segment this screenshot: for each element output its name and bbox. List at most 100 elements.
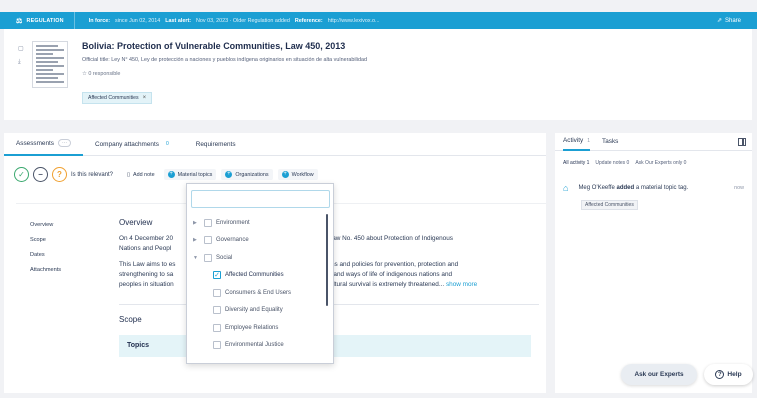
add-note-label: Add note xyxy=(133,171,155,178)
relevance-actions: ▯ Add note + Material topics + Organizat… xyxy=(123,169,318,180)
topic-label: Diversity and Equality xyxy=(225,307,283,314)
nav-scope[interactable]: Scope xyxy=(30,237,61,243)
topic-consumers[interactable]: Consumers & End Users xyxy=(193,284,327,302)
workflow-label: Workflow xyxy=(291,171,314,178)
tab-tasks[interactable]: Tasks xyxy=(602,133,618,151)
chevron-right-icon[interactable]: ▶ xyxy=(193,220,200,226)
filter-all-activity[interactable]: All activity 1 xyxy=(563,160,589,166)
last-alert-value: Nov 03, 2023 · Older Regulation added xyxy=(196,17,290,24)
help-label: Help xyxy=(727,371,742,378)
regulation-icon: ⚖ xyxy=(16,17,23,25)
topic-tag: Affected Communities × xyxy=(82,92,153,104)
topic-checkbox[interactable] xyxy=(213,323,221,332)
topic-checkbox[interactable] xyxy=(204,236,212,245)
collapse-panel-icon[interactable] xyxy=(738,138,746,146)
organizations-label: Organizations xyxy=(235,171,269,178)
organizations-button[interactable]: + Organizations xyxy=(221,169,273,180)
add-note-button[interactable]: ▯ Add note xyxy=(123,170,159,180)
chevron-down-icon[interactable]: ▼ xyxy=(193,255,200,261)
download-icon[interactable]: ⤓ xyxy=(18,59,24,66)
relevance-bar: ✓ − ? Is this relevant? ▯ Add note + Mat… xyxy=(14,167,318,182)
responsible-count[interactable]: ☆ 0 responsible xyxy=(82,71,120,77)
activity-text: Meg O'Keeffe added a material topic tag. xyxy=(578,185,689,191)
topic-label: Environmental Justice xyxy=(225,342,284,349)
topic-label: Environment xyxy=(216,219,250,226)
side-tabs: Activity 1 Tasks xyxy=(555,133,752,151)
note-icon: ▯ xyxy=(127,171,130,178)
regulation-meta: In force: since Jun 02, 2014 Last alert:… xyxy=(75,18,380,24)
tab-activity[interactable]: Activity 1 xyxy=(563,133,591,151)
tab-tasks-label: Tasks xyxy=(602,138,619,145)
in-force-label: In force: xyxy=(88,17,110,24)
tab-company-attachments[interactable]: Company attachments 0 xyxy=(83,133,184,156)
topic-label: Social xyxy=(216,254,233,261)
topic-label: Affected Communities xyxy=(225,272,284,279)
topic-search-input[interactable] xyxy=(191,190,330,208)
plus-icon: + xyxy=(281,171,289,178)
tab-requirements[interactable]: Requirements xyxy=(184,133,248,156)
relevant-no-icon[interactable]: − xyxy=(33,167,48,182)
plus-icon: + xyxy=(225,171,233,178)
activity-tag: Affected Communities xyxy=(581,200,638,210)
dropdown-scrollbar[interactable] xyxy=(326,214,328,306)
nav-attachments[interactable]: Attachments xyxy=(30,267,61,273)
tab-assessments-label: Assessments xyxy=(16,139,55,147)
relevant-unsure-icon[interactable]: ? xyxy=(52,167,67,182)
document-thumbnail[interactable] xyxy=(32,41,68,88)
activity-time: now xyxy=(734,185,744,191)
topic-checkbox[interactable] xyxy=(204,253,212,262)
regulation-topbar: ⚖ REGULATION In force: since Jun 02, 201… xyxy=(0,12,757,29)
topic-checkbox[interactable] xyxy=(204,218,212,227)
official-title: Official title: Ley N° 450, Ley de prote… xyxy=(82,57,367,63)
topic-label: Employee Relations xyxy=(225,324,279,331)
regulation-type-badge: ⚖ REGULATION xyxy=(0,12,75,29)
tag-icon: ⌂ xyxy=(563,183,569,193)
tab-requirements-label: Requirements xyxy=(195,140,236,148)
tab-company-attachments-label: Company attachments xyxy=(95,140,159,148)
tab-assessments-count: ··· xyxy=(58,139,72,147)
relevant-yes-icon[interactable]: ✓ xyxy=(14,167,29,182)
responsible-label: 0 responsible xyxy=(88,71,121,77)
topic-environmental-justice[interactable]: Environmental Justice xyxy=(193,337,327,355)
ask-experts-button[interactable]: Ask our Experts xyxy=(621,364,697,385)
nav-dates[interactable]: Dates xyxy=(30,252,61,258)
topic-diversity[interactable]: Diversity and Equality xyxy=(193,302,327,320)
filter-ask-experts[interactable]: Ask Our Experts only 0 xyxy=(635,160,686,166)
tab-activity-label: Activity xyxy=(563,137,584,144)
share-button[interactable]: ⇗ Share xyxy=(717,12,741,29)
nav-overview[interactable]: Overview xyxy=(30,222,61,228)
filter-update-notes[interactable]: Update notes 0 xyxy=(595,160,629,166)
reference-label: Reference: xyxy=(294,17,323,24)
show-more-link[interactable]: show more xyxy=(446,281,477,288)
workflow-button[interactable]: + Workflow xyxy=(277,169,318,180)
topic-checkbox-checked[interactable]: ✓ xyxy=(213,271,221,280)
activity-filters: All activity 1 Update notes 0 Ask Our Ex… xyxy=(555,151,752,166)
topic-group-governance[interactable]: ▶ Governance xyxy=(193,232,327,250)
reference-link[interactable]: http://www.lexivox.o... xyxy=(328,18,380,24)
topic-group-social[interactable]: ▼ Social xyxy=(193,249,327,267)
topic-checkbox[interactable] xyxy=(213,288,221,297)
section-nav: Overview Scope Dates Attachments xyxy=(30,222,61,273)
remove-tag-icon[interactable]: × xyxy=(143,95,147,101)
material-topics-button[interactable]: + Material topics xyxy=(163,169,217,180)
document-icon[interactable]: ▢ xyxy=(18,45,24,52)
question-icon: ? xyxy=(715,370,725,379)
topic-checkbox[interactable] xyxy=(213,306,221,315)
activity-panel: Activity 1 Tasks All activity 1 Update n… xyxy=(555,133,752,393)
topic-group-environment[interactable]: ▶ Environment xyxy=(193,214,327,232)
regulation-type-label: REGULATION xyxy=(26,17,64,24)
relevance-question: Is this relevant? xyxy=(71,171,114,178)
tab-activity-count: 1 xyxy=(587,137,591,144)
topic-employee-relations[interactable]: Employee Relations xyxy=(193,319,327,337)
topic-affected-communities[interactable]: ✓ Affected Communities xyxy=(193,267,327,285)
document-actions: ▢ ⤓ xyxy=(18,45,24,66)
share-label: Share xyxy=(724,17,741,24)
help-button[interactable]: ? Help xyxy=(704,364,753,385)
page-title: Bolivia: Protection of Vulnerable Commun… xyxy=(82,41,346,51)
tab-assessments[interactable]: Assessments ··· xyxy=(4,133,84,156)
chevron-right-icon[interactable]: ▶ xyxy=(193,237,200,243)
in-force-value: since Jun 02, 2014 xyxy=(115,17,161,24)
last-alert-label: Last alert: xyxy=(165,17,192,24)
topic-list: ▶ Environment ▶ Governance ▼ Social ✓ Af… xyxy=(193,214,327,354)
topic-checkbox[interactable] xyxy=(213,341,221,350)
